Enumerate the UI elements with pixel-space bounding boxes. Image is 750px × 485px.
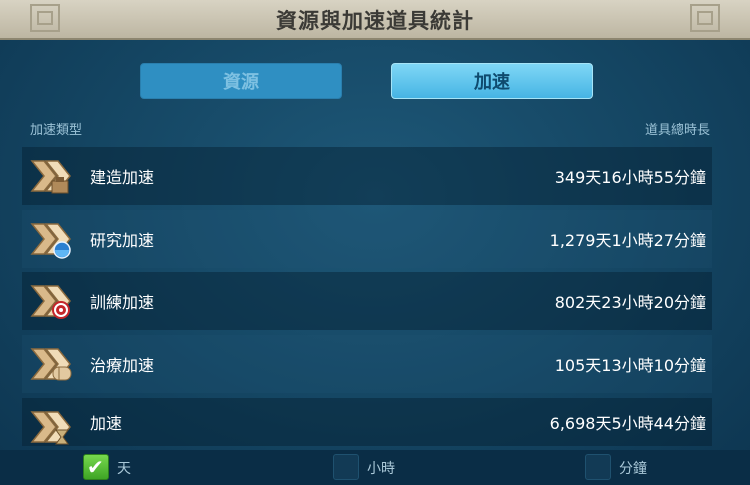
page-title: 資源與加速道具統計 xyxy=(276,9,474,33)
speedup-total-value: 1,279天1小時27分鐘 xyxy=(549,231,706,250)
speedup-total-value: 349天16小時55分鐘 xyxy=(554,168,706,187)
speedup-total-value: 105天13小時10分鐘 xyxy=(554,356,706,375)
stats-panel: 資源 加速 加速類型 道具總時長 建造加速 349天16小時55分鐘 研究加速 … xyxy=(0,40,750,485)
days-checkbox[interactable]: ✔ xyxy=(83,454,109,480)
hours-checkbox[interactable] xyxy=(333,454,359,480)
list-item: 研究加速 1,279天1小時27分鐘 xyxy=(22,210,712,268)
days-label: 天 xyxy=(117,461,131,477)
research-speedup-icon xyxy=(30,223,71,259)
training-speedup-icon xyxy=(30,285,71,319)
minutes-checkbox[interactable] xyxy=(585,454,611,480)
speedup-total-value: 6,698天5小時44分鐘 xyxy=(549,414,706,433)
universal-speedup-icon xyxy=(30,411,71,445)
column-header-total: 道具總時長 xyxy=(644,123,710,138)
list-item: 加速 6,698天5小時44分鐘 xyxy=(22,398,712,446)
ornament-icon xyxy=(690,4,720,32)
build-speedup-icon xyxy=(30,160,71,194)
healing-speedup-icon xyxy=(30,348,72,381)
list-item: 訓練加速 802天23小時20分鐘 xyxy=(22,272,712,330)
speedup-type-label: 加速 xyxy=(90,414,123,433)
hours-label: 小時 xyxy=(367,461,395,477)
check-icon: ✔ xyxy=(87,455,104,479)
speedup-type-label: 治療加速 xyxy=(90,356,155,375)
column-header-type: 加速類型 xyxy=(30,123,83,138)
title-bar: 資源與加速道具統計 xyxy=(0,0,750,40)
list-item: 建造加速 349天16小時55分鐘 xyxy=(22,147,712,205)
speedup-type-label: 研究加速 xyxy=(90,231,155,250)
speedup-total-value: 802天23小時20分鐘 xyxy=(554,293,706,312)
speedup-type-label: 建造加速 xyxy=(90,168,155,187)
tab-resources[interactable]: 資源 xyxy=(140,63,342,99)
speedup-type-label: 訓練加速 xyxy=(90,293,155,312)
list-item: 治療加速 105天13小時10分鐘 xyxy=(22,335,712,393)
unit-filter-bar: ✔ 天 小時 分鐘 xyxy=(0,450,750,485)
minutes-label: 分鐘 xyxy=(619,461,647,477)
tab-speedups[interactable]: 加速 xyxy=(391,63,593,99)
